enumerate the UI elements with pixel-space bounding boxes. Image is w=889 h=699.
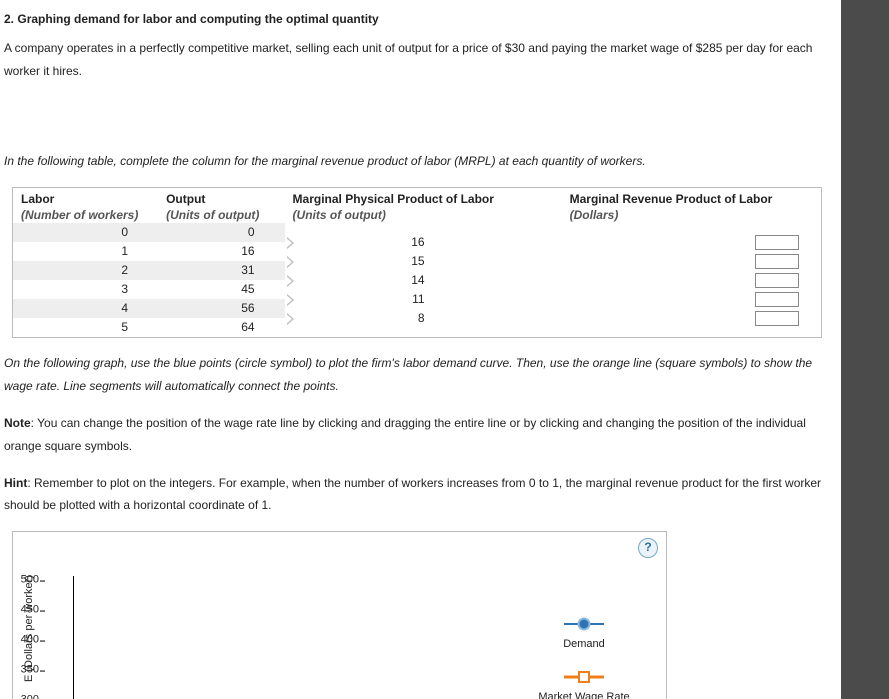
labor-cell: 0 (13, 223, 158, 242)
vertical-scrollbar[interactable] (841, 0, 889, 699)
output-cell: 16 (158, 242, 284, 261)
y-tick: 300 (13, 690, 39, 699)
graph-legend: Demand Market Wage Rate (514, 602, 654, 699)
col-header-mrp-sub: (Dollars) (570, 208, 813, 224)
output-cell: 0 (158, 223, 284, 242)
col-header-labor-sub: (Number of workers) (21, 208, 150, 224)
labor-cell: 4 (13, 299, 158, 318)
arrow-right-icon (287, 236, 301, 250)
hint-label: Hint (4, 476, 27, 490)
legend-label: Demand (563, 638, 605, 650)
hint-text: : Remember to plot on the integers. For … (4, 476, 821, 513)
note-paragraph: Note: You can change the position of the… (4, 412, 831, 458)
y-axis (73, 576, 74, 699)
output-cell: 31 (158, 261, 284, 280)
labor-column: 0 1 2 3 4 5 (13, 223, 158, 337)
labor-cell: 2 (13, 261, 158, 280)
labor-cell: 5 (13, 318, 158, 337)
col-header-output-title: Output (166, 192, 205, 206)
col-header-mpp-sub: (Units of output) (293, 208, 554, 224)
legend-item-demand[interactable]: Demand (514, 618, 654, 655)
graph-instructions: On the following graph, use the blue poi… (4, 352, 831, 398)
mrp-input[interactable] (755, 235, 799, 250)
arrow-right-icon (287, 312, 301, 326)
intro-paragraph: A company operates in a perfectly compet… (4, 37, 831, 83)
help-button[interactable]: ? (638, 538, 658, 558)
note-label: Note (4, 416, 31, 430)
mrp-input[interactable] (755, 292, 799, 307)
note-text: : You can change the position of the wag… (4, 416, 806, 453)
question-number: 2. (4, 12, 14, 26)
hint-paragraph: Hint: Remember to plot on the integers. … (4, 472, 831, 518)
table-instructions: In the following table, complete the col… (4, 150, 831, 173)
question-title-text: Graphing demand for labor and computing … (17, 12, 378, 26)
col-header-mrp: Marginal Revenue Product of Labor (Dolla… (562, 188, 822, 224)
output-cell: 45 (158, 280, 284, 299)
mrp-input[interactable] (755, 311, 799, 326)
mpp-cell: 14 (401, 271, 425, 290)
mpp-cell: 11 (401, 290, 425, 309)
mpp-cell: 8 (401, 309, 425, 328)
mrp-input[interactable] (755, 273, 799, 288)
arrow-right-icon (287, 255, 301, 269)
col-header-mpp: Marginal Physical Product of Labor (Unit… (285, 188, 562, 224)
mrp-input[interactable] (755, 254, 799, 269)
arrow-right-icon (287, 293, 301, 307)
legend-item-wage[interactable]: Market Wage Rate (514, 671, 654, 699)
output-cell: 64 (158, 318, 284, 337)
mpp-cell: 15 (401, 252, 425, 271)
labor-cell: 3 (13, 280, 158, 299)
plot-area[interactable]: 500 450 400 350 300 250 200 (43, 576, 473, 699)
labor-cell: 1 (13, 242, 158, 261)
mpp-cell: 16 (401, 233, 425, 252)
col-header-labor-title: Labor (21, 192, 54, 206)
output-cell: 56 (158, 299, 284, 318)
square-icon (564, 671, 604, 683)
mrp-column (562, 223, 821, 328)
circle-icon (564, 618, 604, 630)
mpp-column: 16 15 14 11 8 (285, 223, 562, 328)
output-column: 0 16 31 45 56 64 (158, 223, 284, 337)
col-header-output-sub: (Units of output) (166, 208, 276, 224)
legend-label: Market Wage Rate (538, 691, 629, 699)
col-header-output: Output (Units of output) (158, 188, 284, 224)
graph-panel[interactable]: ? 500 450 400 350 300 250 200 E (Dollars… (12, 531, 667, 699)
col-header-mrp-title: Marginal Revenue Product of Labor (570, 192, 773, 206)
col-header-labor: Labor (Number of workers) (13, 188, 159, 224)
y-axis-label: E (Dollars per worker) (19, 575, 40, 682)
arrow-right-icon (287, 274, 301, 288)
mrpl-table: Labor (Number of workers) Output (Units … (12, 187, 822, 338)
col-header-mpp-title: Marginal Physical Product of Labor (293, 192, 494, 206)
question-title: 2. Graphing demand for labor and computi… (4, 8, 831, 31)
